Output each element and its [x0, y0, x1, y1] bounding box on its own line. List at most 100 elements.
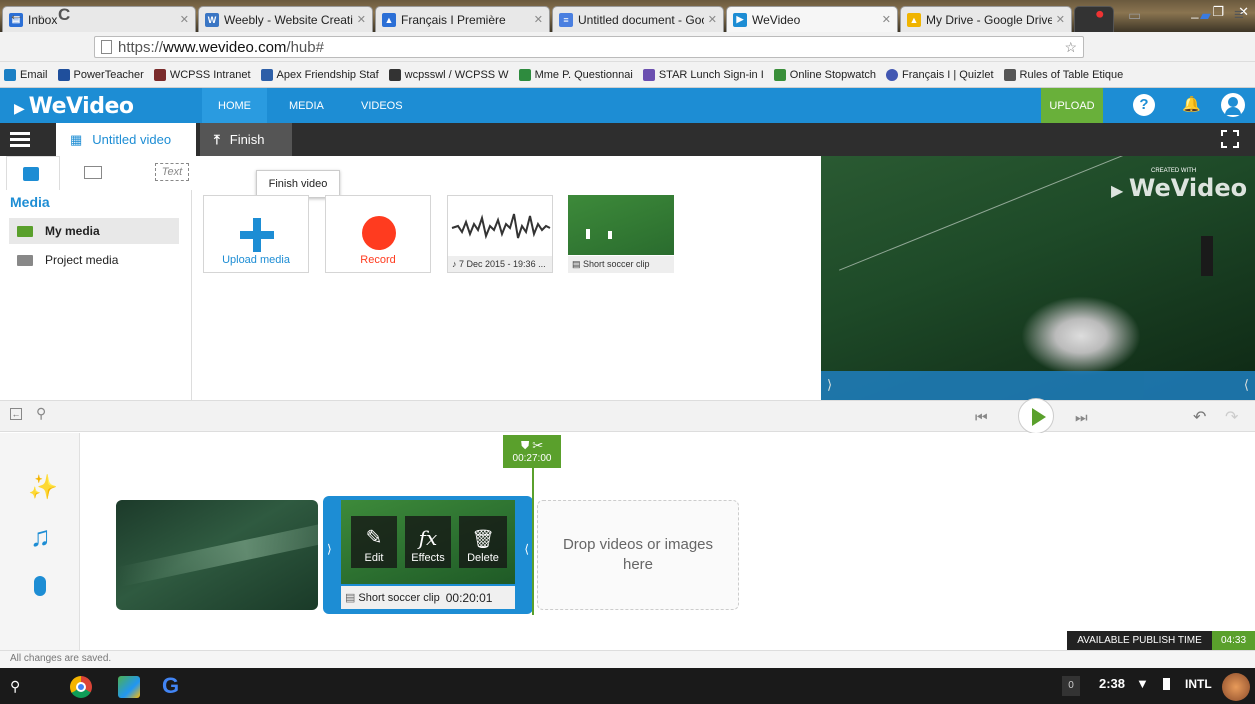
close-icon[interactable]: ✕: [882, 13, 891, 26]
finish-button[interactable]: ⤒ Finish: [200, 123, 292, 156]
maps-icon[interactable]: [118, 676, 140, 698]
undo-icon[interactable]: ↶: [1193, 407, 1206, 427]
sidebar-item-project-media[interactable]: Project media: [9, 247, 179, 273]
notification-count[interactable]: 0: [1062, 676, 1080, 696]
bookmark[interactable]: Online Stopwatch: [773, 68, 877, 81]
close-icon[interactable]: ✕: [534, 13, 543, 26]
scissors-icon[interactable]: ⛊ ✂: [521, 440, 543, 453]
upload-media-tile[interactable]: Upload media: [203, 195, 309, 273]
trim-right-handle[interactable]: ⟨: [1244, 377, 1249, 393]
extension-icon[interactable]: ⏺: [1096, 5, 1104, 25]
reload-icon[interactable]: C: [58, 5, 70, 25]
edit-button[interactable]: ✎ Edit: [351, 516, 397, 568]
close-icon[interactable]: ✕: [180, 13, 189, 26]
transitions-icon[interactable]: [84, 166, 102, 179]
clip-left-handle[interactable]: ⟩: [327, 542, 332, 556]
delete-button[interactable]: 🗑 Delete: [459, 516, 507, 568]
fullscreen-icon[interactable]: [1221, 130, 1239, 148]
clock[interactable]: 2:38: [1099, 676, 1125, 691]
page-icon: [101, 40, 112, 54]
preview-trim-bar[interactable]: ⟩ ⟨: [821, 371, 1255, 400]
chrome-icon[interactable]: [70, 676, 92, 698]
bookmark[interactable]: WCPSS Intranet: [153, 68, 251, 81]
tab-wevideo[interactable]: ▶ WeVideo ✕: [726, 6, 898, 32]
battery-icon[interactable]: [1163, 678, 1170, 690]
bookmark[interactable]: Apex Friendship Staf: [260, 68, 379, 81]
sidebar-item-label: Project media: [45, 253, 119, 267]
help-icon[interactable]: ?: [1133, 94, 1155, 116]
bookmark[interactable]: Email: [4, 68, 48, 81]
tab-title: Français I Première: [401, 12, 506, 27]
drop-zone[interactable]: Drop videos or images here: [537, 500, 739, 610]
extension-flag-icon[interactable]: ▰: [1200, 5, 1211, 25]
bookmark[interactable]: Mme P. Questionnai: [518, 68, 633, 81]
menu-icon[interactable]: ≡: [1234, 5, 1244, 25]
tab-docs[interactable]: ≡ Untitled document - Goo ✕: [552, 6, 724, 32]
bookmark[interactable]: wcpsswl / WCPSS W: [388, 68, 509, 81]
playhead-label[interactable]: ⛊ ✂ 00:27:00: [503, 435, 561, 468]
close-icon[interactable]: ✕: [708, 13, 717, 26]
music-note-icon[interactable]: ♫: [30, 521, 51, 553]
project-title[interactable]: ▦ Untitled video: [56, 123, 196, 156]
keyboard-layout[interactable]: INTL: [1185, 677, 1212, 691]
tab-francais[interactable]: ▲ Français I Première ✕: [375, 6, 550, 32]
globe-icon: [4, 68, 16, 81]
collapse-icon[interactable]: ←: [10, 408, 22, 420]
star-icon[interactable]: ☆: [1064, 39, 1077, 56]
avatar[interactable]: [1221, 93, 1245, 117]
bookmark[interactable]: STAR Lunch Sign-in I: [642, 68, 764, 81]
video-preview[interactable]: CREATED WITH ▶ WeVideo: [821, 156, 1255, 400]
soccer-clip-tile[interactable]: ▤ Short soccer clip: [568, 195, 674, 273]
play-button[interactable]: [1018, 398, 1054, 434]
magic-wand-icon[interactable]: ✨: [28, 473, 58, 502]
bookmark[interactable]: Rules of Table Etique: [1003, 68, 1123, 81]
tab-my-media[interactable]: [6, 156, 60, 190]
nav-media[interactable]: MEDIA: [273, 88, 340, 123]
save-status: All changes are saved.: [0, 650, 1255, 668]
waveform-icon: [451, 213, 551, 240]
project-title-text: Untitled video: [92, 132, 172, 147]
tab-weebly[interactable]: W Weebly - Website Creati ✕: [198, 6, 373, 32]
close-icon[interactable]: ✕: [357, 13, 366, 26]
clip-right-handle[interactable]: ⟨: [524, 542, 529, 556]
effects-button[interactable]: fx Effects: [405, 516, 451, 568]
wifi-icon[interactable]: ▼: [1136, 676, 1149, 691]
new-tab-button[interactable]: [1074, 6, 1114, 32]
hamburger-menu-icon[interactable]: [10, 132, 30, 147]
bookmark[interactable]: Français I | Quizlet: [886, 68, 994, 81]
bookmark-label: Online Stopwatch: [789, 68, 877, 81]
close-icon[interactable]: ✕: [1056, 13, 1065, 26]
tab-drive[interactable]: ▲ My Drive - Google Drive ✕: [900, 6, 1072, 32]
record-tile[interactable]: Record: [325, 195, 431, 273]
upload-button[interactable]: UPLOAD: [1041, 88, 1103, 123]
clip-label-text: Short soccer clip: [583, 259, 650, 269]
wevideo-logo[interactable]: ▶ WeVideo: [14, 94, 134, 119]
back-icon[interactable]: ←: [8, 5, 25, 25]
url-path: /hub#: [286, 38, 324, 56]
minimize-icon[interactable]: _: [1191, 4, 1198, 20]
playhead[interactable]: [532, 465, 534, 615]
nav-videos[interactable]: VIDEOS: [345, 88, 419, 123]
text-tab[interactable]: Text: [155, 163, 189, 181]
redo-icon[interactable]: ↷: [1225, 407, 1238, 427]
google-icon[interactable]: G: [162, 673, 179, 699]
user-avatar[interactable]: [1222, 673, 1250, 701]
bell-icon[interactable]: 🔔: [1182, 95, 1201, 113]
skip-back-icon[interactable]: ⏮: [975, 409, 988, 426]
restore-icon[interactable]: ❐: [1212, 4, 1224, 20]
search-icon[interactable]: ⚲: [10, 678, 20, 695]
powerteacher-icon: [57, 68, 70, 81]
cast-icon[interactable]: ▭: [1128, 5, 1141, 25]
sidebar-item-my-media[interactable]: My media: [9, 218, 179, 244]
skip-forward-icon[interactable]: ⏭: [1075, 409, 1088, 426]
address-bar[interactable]: https://www.wevideo.com/hub# ☆: [94, 36, 1084, 58]
timeline-clip-1[interactable]: [116, 500, 318, 610]
zoom-icon[interactable]: ⚲: [36, 405, 46, 422]
nav-home[interactable]: HOME: [202, 88, 267, 123]
trim-left-handle[interactable]: ⟩: [827, 377, 832, 393]
bookmark[interactable]: PowerTeacher: [57, 68, 144, 81]
timeline-track-icons: ✨ ♫: [0, 433, 80, 650]
microphone-icon[interactable]: [34, 576, 46, 596]
audio-tile[interactable]: ♪ 7 Dec 2015 - 19:36 ...: [447, 195, 553, 273]
forward-icon[interactable]: →: [30, 5, 47, 25]
